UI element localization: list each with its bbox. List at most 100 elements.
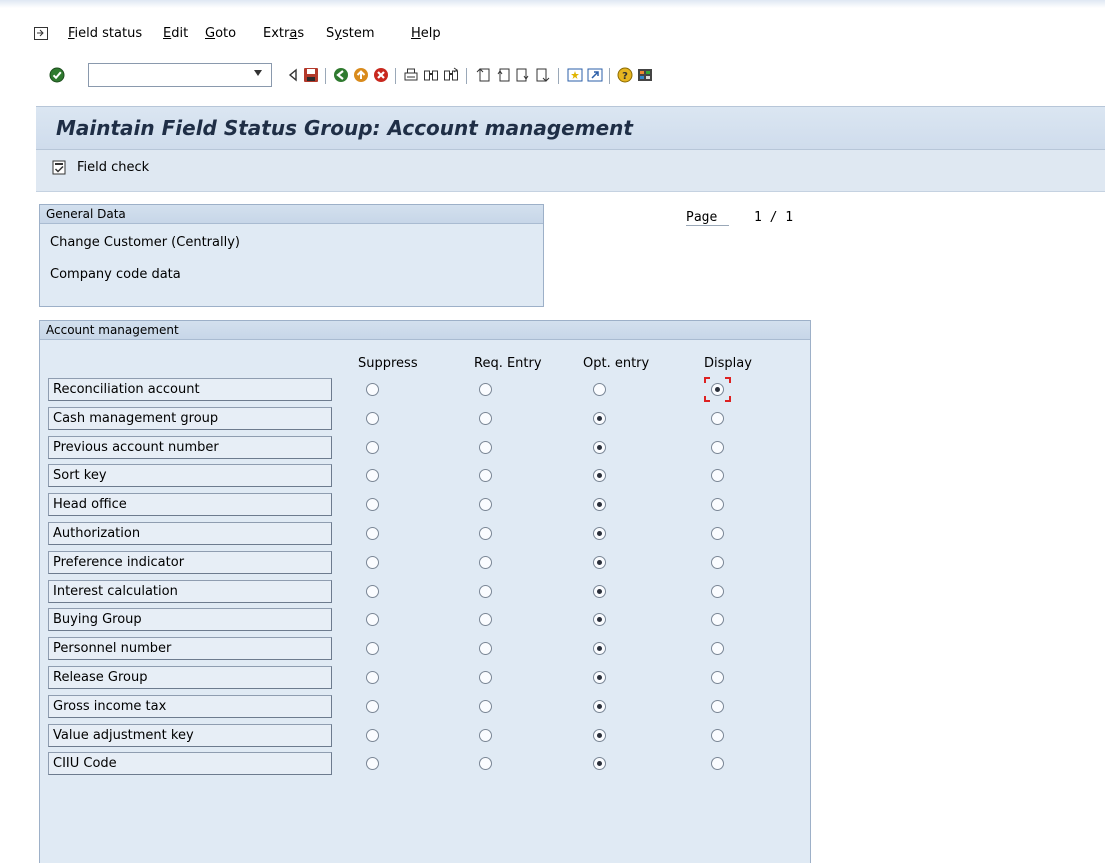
account-management-header: Account management [40, 321, 810, 340]
field-label: Cash management group [48, 407, 332, 430]
radio-display[interactable] [711, 729, 724, 742]
menu-help[interactable]: Help [411, 26, 441, 41]
radio-req-entry[interactable] [479, 556, 492, 569]
radio-display[interactable] [711, 469, 724, 482]
radio-display[interactable] [711, 642, 724, 655]
help-icon[interactable]: ? [616, 66, 634, 84]
radio-opt-entry[interactable] [593, 498, 606, 511]
radio-suppress[interactable] [366, 642, 379, 655]
radio-suppress[interactable] [366, 613, 379, 626]
column-header-opt-entry: Opt. entry [583, 356, 650, 371]
radio-opt-entry[interactable] [593, 441, 606, 454]
radio-display[interactable] [711, 441, 724, 454]
focus-corner [725, 396, 731, 402]
radio-opt-entry[interactable] [593, 613, 606, 626]
radio-suppress[interactable] [366, 498, 379, 511]
radio-req-entry[interactable] [479, 441, 492, 454]
exit-icon[interactable] [352, 66, 370, 84]
first-page-icon[interactable] [474, 66, 492, 84]
field-label: CIIU Code [48, 752, 332, 775]
last-page-icon[interactable] [534, 66, 552, 84]
radio-opt-entry[interactable] [593, 642, 606, 655]
menu-options-icon[interactable] [34, 27, 48, 40]
radio-req-entry[interactable] [479, 700, 492, 713]
menu-goto[interactable]: Goto [205, 26, 236, 41]
create-session-icon[interactable] [566, 66, 584, 84]
field-label: Gross income tax [48, 695, 332, 718]
radio-opt-entry[interactable] [593, 556, 606, 569]
radio-opt-entry[interactable] [593, 585, 606, 598]
menu-field-status[interactable]: Field status [68, 26, 142, 41]
find-next-icon[interactable] [442, 66, 460, 84]
field-label: Interest calculation [48, 580, 332, 603]
radio-suppress[interactable] [366, 469, 379, 482]
column-header-req-entry: Req. Entry [474, 356, 542, 371]
radio-req-entry[interactable] [479, 729, 492, 742]
radio-display[interactable] [711, 527, 724, 540]
radio-suppress[interactable] [366, 729, 379, 742]
radio-display[interactable] [711, 671, 724, 684]
radio-req-entry[interactable] [479, 383, 492, 396]
radio-opt-entry[interactable] [593, 383, 606, 396]
radio-req-entry[interactable] [479, 613, 492, 626]
toolbar-separator [609, 68, 610, 84]
shortcut-icon[interactable] [586, 66, 604, 84]
menu-system[interactable]: System [326, 26, 375, 41]
radio-suppress[interactable] [366, 671, 379, 684]
radio-req-entry[interactable] [479, 671, 492, 684]
field-label: Buying Group [48, 608, 332, 631]
field-check-label: Field check [77, 160, 150, 175]
save-icon[interactable] [302, 66, 320, 84]
radio-opt-entry[interactable] [593, 469, 606, 482]
toolbar-separator [558, 68, 559, 84]
back-arrow-icon[interactable] [284, 66, 302, 84]
command-field[interactable] [88, 63, 272, 87]
menu-edit[interactable]: Edit [163, 26, 188, 41]
radio-suppress[interactable] [366, 383, 379, 396]
radio-req-entry[interactable] [479, 498, 492, 511]
previous-page-icon[interactable] [494, 66, 512, 84]
focus-corner [704, 377, 710, 383]
radio-display[interactable] [711, 412, 724, 425]
radio-display[interactable] [711, 700, 724, 713]
radio-opt-entry[interactable] [593, 729, 606, 742]
radio-suppress[interactable] [366, 556, 379, 569]
radio-opt-entry[interactable] [593, 527, 606, 540]
radio-display[interactable] [711, 757, 724, 770]
radio-suppress[interactable] [366, 757, 379, 770]
radio-opt-entry[interactable] [593, 757, 606, 770]
back-icon[interactable] [332, 66, 350, 84]
radio-req-entry[interactable] [479, 642, 492, 655]
print-icon[interactable] [402, 66, 420, 84]
radio-req-entry[interactable] [479, 469, 492, 482]
radio-opt-entry[interactable] [593, 412, 606, 425]
radio-suppress[interactable] [366, 585, 379, 598]
radio-display[interactable] [711, 498, 724, 511]
radio-suppress[interactable] [366, 527, 379, 540]
window-top-edge [0, 0, 1105, 8]
radio-suppress[interactable] [366, 441, 379, 454]
find-icon[interactable] [422, 66, 440, 84]
radio-req-entry[interactable] [479, 585, 492, 598]
radio-display[interactable] [711, 585, 724, 598]
enter-icon[interactable] [48, 66, 66, 84]
radio-opt-entry[interactable] [593, 700, 606, 713]
command-history-dropdown-icon[interactable] [254, 70, 262, 76]
radio-suppress[interactable] [366, 700, 379, 713]
radio-opt-entry[interactable] [593, 671, 606, 684]
layout-icon[interactable] [636, 66, 654, 84]
radio-suppress[interactable] [366, 412, 379, 425]
radio-display[interactable] [711, 556, 724, 569]
page-title: Maintain Field Status Group: Account man… [56, 116, 633, 140]
field-check-button[interactable]: Field check [52, 160, 149, 175]
application-toolbar: Field check [36, 150, 1105, 192]
title-bar: Maintain Field Status Group: Account man… [36, 106, 1105, 150]
page-label: Page [686, 210, 730, 226]
menu-extras[interactable]: Extras [263, 26, 304, 41]
next-page-icon[interactable] [514, 66, 532, 84]
radio-req-entry[interactable] [479, 527, 492, 540]
radio-req-entry[interactable] [479, 412, 492, 425]
radio-display[interactable] [711, 613, 724, 626]
radio-req-entry[interactable] [479, 757, 492, 770]
cancel-icon[interactable] [372, 66, 390, 84]
